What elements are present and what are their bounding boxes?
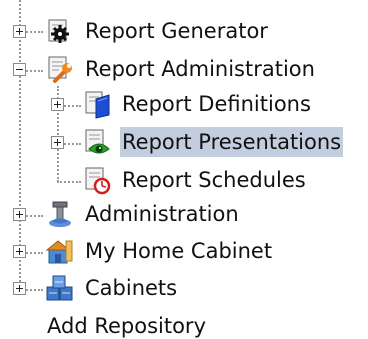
wrench-document-icon	[45, 54, 75, 84]
tree-node-label[interactable]: My Home Cabinet	[83, 236, 274, 266]
expand-toggle[interactable]	[51, 98, 64, 111]
book-document-icon	[83, 89, 113, 119]
cabinets-icon	[45, 273, 75, 303]
expand-toggle[interactable]	[13, 282, 26, 295]
expand-toggle[interactable]	[13, 25, 26, 38]
tree-node-label[interactable]: Report Definitions	[120, 89, 313, 119]
home-cabinet-icon	[45, 236, 75, 266]
gear-document-icon	[45, 16, 75, 46]
tree-node-label[interactable]: Report Generator	[83, 16, 270, 46]
tree-node-label[interactable]: Cabinets	[83, 273, 179, 303]
admin-tool-icon	[45, 199, 75, 229]
repository-tree: Report Generator Report Administration R…	[0, 0, 368, 339]
tree-node-label[interactable]: Administration	[83, 199, 241, 229]
add-repository-link[interactable]: Add Repository	[45, 311, 208, 339]
tree-node-label[interactable]: Report Administration	[83, 54, 317, 84]
collapse-toggle[interactable]	[13, 63, 26, 76]
expand-toggle[interactable]	[51, 136, 64, 149]
expand-toggle[interactable]	[13, 245, 26, 258]
tree-node-label[interactable]: Report Schedules	[120, 165, 308, 195]
tree-node-label[interactable]: Report Presentations	[120, 127, 344, 157]
expand-toggle[interactable]	[13, 208, 26, 221]
tree-connector	[57, 181, 81, 183]
eye-document-icon	[83, 127, 113, 157]
clock-document-icon	[83, 165, 113, 195]
